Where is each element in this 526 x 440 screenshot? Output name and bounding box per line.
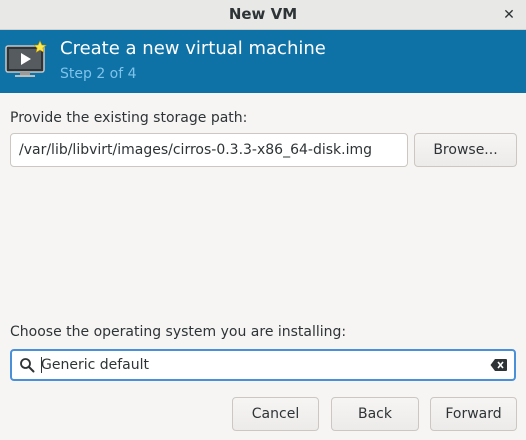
- os-search-input[interactable]: Generic default: [10, 349, 516, 381]
- header-banner: Create a new virtual machine Step 2 of 4: [0, 30, 526, 93]
- browse-button[interactable]: Browse...: [414, 133, 517, 167]
- storage-path-input[interactable]: /var/lib/libvirt/images/cirros-0.3.3-x86…: [10, 133, 408, 167]
- window-title: New VM: [228, 5, 298, 23]
- step-indicator: Step 2 of 4: [60, 66, 137, 82]
- search-icon: [20, 358, 35, 373]
- forward-button[interactable]: Forward: [430, 397, 517, 431]
- os-label: Choose the operating system you are inst…: [10, 324, 347, 340]
- new-vm-dialog: New VM ✕ Create a new virtual machine St…: [0, 0, 526, 440]
- clear-text-icon[interactable]: [490, 357, 508, 373]
- title-bar: New VM ✕: [0, 0, 526, 30]
- close-icon[interactable]: ✕: [500, 6, 518, 24]
- storage-path-label: Provide the existing storage path:: [10, 110, 248, 126]
- page-title: Create a new virtual machine: [60, 38, 326, 59]
- os-search-value: Generic default: [41, 357, 150, 373]
- text-caret: [41, 357, 42, 373]
- cancel-button[interactable]: Cancel: [232, 397, 319, 431]
- back-button[interactable]: Back: [331, 397, 419, 431]
- virtual-machine-monitor-icon: [5, 40, 47, 77]
